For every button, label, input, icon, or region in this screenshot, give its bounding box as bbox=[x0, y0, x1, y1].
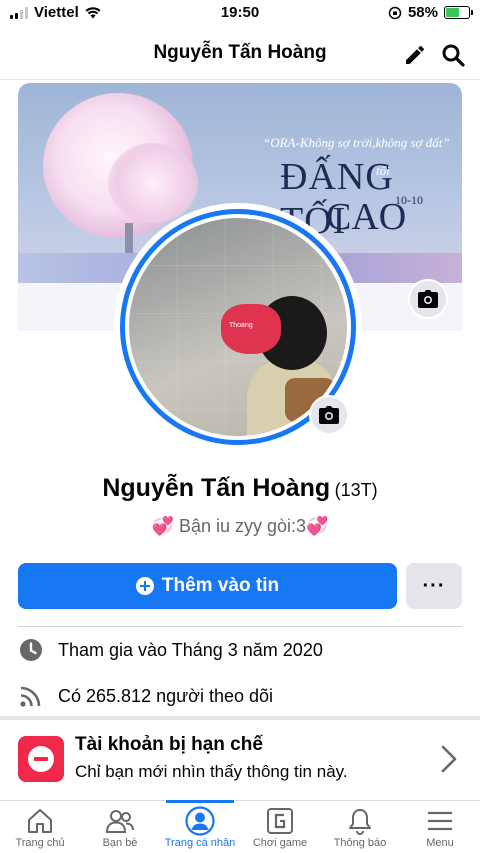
friends-icon bbox=[105, 807, 135, 835]
game-icon bbox=[265, 807, 295, 835]
bio-heart-emoji-end: 💞 bbox=[306, 516, 329, 536]
restricted-account-banner[interactable]: Tài khoản bị hạn chế Chỉ bạn mới nhìn th… bbox=[0, 720, 480, 800]
section-divider bbox=[18, 626, 462, 627]
bottom-navigation: Trang chủ Bạn bè Trang cá nhân Chơi game… bbox=[0, 800, 480, 853]
top-header: Nguyễn Tấn Hoàng bbox=[0, 30, 480, 80]
nav-item-friends[interactable]: Bạn bè bbox=[80, 801, 160, 853]
menu-icon bbox=[425, 807, 455, 835]
cover-camera-icon[interactable] bbox=[408, 279, 448, 319]
chevron-right-icon bbox=[441, 745, 457, 773]
profile-icon bbox=[185, 806, 215, 836]
nav-label-home: Trang chủ bbox=[15, 837, 65, 849]
nav-label-profile: Trang cá nhân bbox=[164, 837, 236, 849]
photo-toy bbox=[221, 304, 281, 354]
battery-icon bbox=[444, 6, 473, 19]
add-to-story-label: Thêm vào tin bbox=[161, 575, 280, 596]
restricted-subtitle: Chỉ bạn mới nhìn thấy thông tin này. bbox=[75, 762, 348, 781]
cover-date: 10-10 bbox=[395, 193, 423, 207]
cover-tree-blossom bbox=[108, 143, 198, 223]
bell-icon bbox=[345, 807, 375, 835]
bio-heart-emoji: 💞 bbox=[151, 516, 174, 536]
cover-quote: “ORA-Không sợ trời,không sợ đất” bbox=[263, 135, 450, 150]
joined-row: Tham gia vào Tháng 3 năm 2020 bbox=[18, 635, 462, 665]
battery-percent: 58% bbox=[407, 4, 438, 21]
more-options-label: ··· bbox=[422, 574, 446, 597]
profile-name: Nguyễn Tấn Hoàng bbox=[102, 474, 331, 502]
status-bar: Viettel 19:50 58% bbox=[0, 0, 480, 26]
profile-avatar[interactable]: Thoang bbox=[114, 203, 362, 451]
pencil-icon[interactable] bbox=[400, 40, 430, 70]
restricted-title: Tài khoản bị hạn chế bbox=[75, 734, 263, 755]
clock-icon bbox=[18, 637, 44, 663]
followers-row[interactable]: Có 265.812 người theo dõi bbox=[18, 681, 462, 711]
profile-bio: 💞 Bận iu zyy gòi:3💞 bbox=[0, 516, 480, 537]
bio-text: Bận iu zyy gòi:3 bbox=[178, 516, 307, 536]
cover-title-small: tối bbox=[376, 163, 390, 178]
nav-label-gaming: Chơi game bbox=[252, 837, 308, 849]
search-icon[interactable] bbox=[438, 40, 468, 70]
more-options-button[interactable]: ··· bbox=[406, 563, 462, 609]
restricted-icon bbox=[18, 736, 64, 782]
profile-alternate-name: (13T) bbox=[334, 480, 378, 500]
add-to-story-button[interactable]: Thêm vào tin bbox=[18, 563, 397, 609]
status-right: 58% bbox=[388, 4, 473, 21]
nav-item-profile[interactable]: Trang cá nhân bbox=[160, 800, 240, 853]
plus-circle-icon bbox=[135, 577, 154, 595]
toy-label: Thoang bbox=[229, 322, 253, 329]
avatar-camera-icon[interactable] bbox=[309, 395, 349, 435]
orientation-lock-icon bbox=[388, 6, 402, 19]
nav-item-home[interactable]: Trang chủ bbox=[0, 801, 80, 853]
home-icon bbox=[25, 807, 55, 835]
nav-label-menu: Menu bbox=[426, 837, 454, 849]
nav-item-menu[interactable]: Menu bbox=[400, 801, 480, 853]
followers-text: Có 265.812 người theo dõi bbox=[58, 685, 274, 706]
profile-name-row: Nguyễn Tấn Hoàng (13T) bbox=[0, 474, 480, 503]
joined-text: Tham gia vào Tháng 3 năm 2020 bbox=[58, 639, 323, 660]
rss-icon bbox=[18, 683, 44, 709]
nav-label-friends: Bạn bè bbox=[102, 837, 138, 849]
nav-label-notifications: Thông báo bbox=[333, 837, 387, 849]
nav-item-gaming[interactable]: Chơi game bbox=[240, 801, 320, 853]
nav-item-notifications[interactable]: Thông báo bbox=[320, 801, 400, 853]
